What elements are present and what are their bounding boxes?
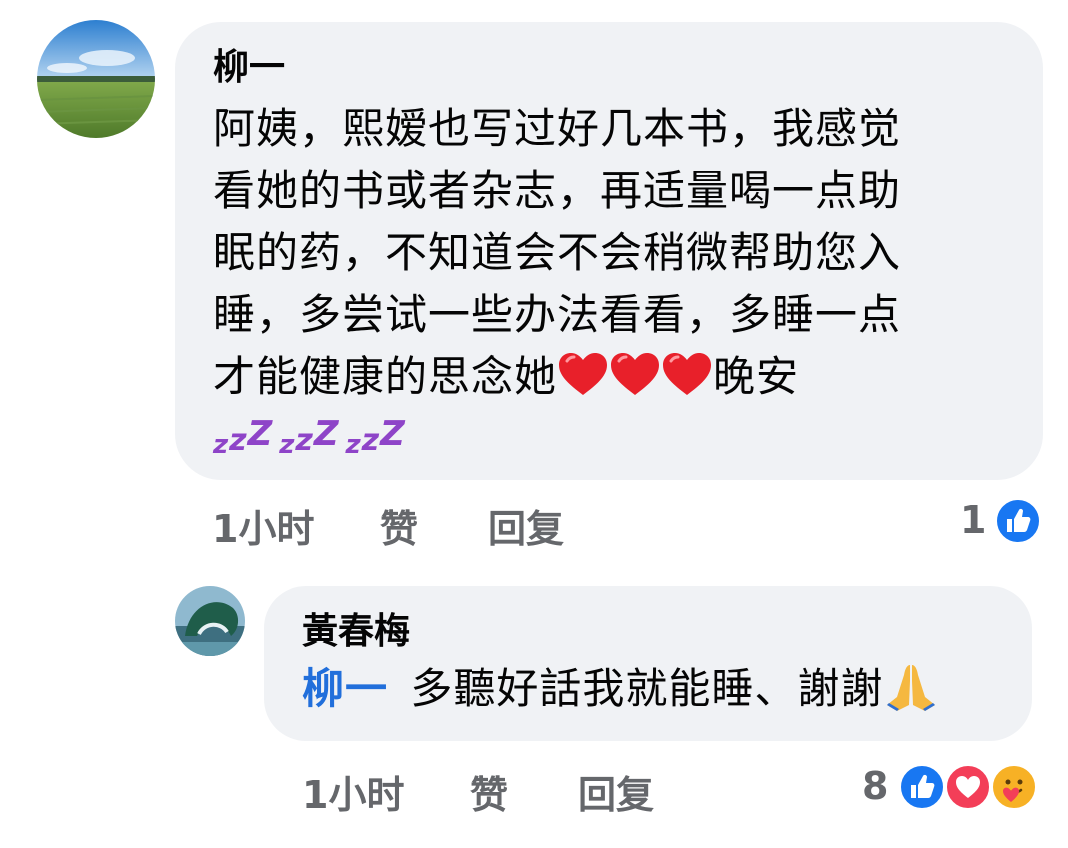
comment-author[interactable]: 柳一: [213, 44, 1005, 92]
zzz-emoji: zzZ: [279, 414, 340, 460]
comment-text-line: 眠的药，不知道会不会稍微帮助您入: [213, 228, 902, 277]
comment-text-segment: 才能健康的思念她: [213, 352, 558, 401]
reaction-count[interactable]: 1: [960, 498, 986, 542]
heart-emoji: [663, 353, 712, 395]
like-reaction-icon[interactable]: [898, 763, 946, 811]
comment-bubble: 柳一 阿姨，熙嫒也写过好几本书，我感觉 看她的书或者杂志，再适量喝一点助 眠的药…: [175, 22, 1043, 480]
comment-text: 阿姨，熙嫒也写过好几本书，我感觉 看她的书或者杂志，再适量喝一点助 眠的药，不知…: [213, 98, 1005, 465]
avatar-landscape-image: [37, 20, 155, 138]
zzz-emoji: zzZ: [213, 414, 274, 460]
comment-timestamp[interactable]: 1小时: [302, 764, 404, 819]
comment-text-line: 睡，多尝试一些办法看看，多睡一点: [213, 290, 902, 339]
comment-text-segment: 多聽好話我就能睡、謝謝: [410, 664, 884, 713]
comment-text-line: 看她的书或者杂志，再适量喝一点助: [213, 166, 902, 215]
avatar[interactable]: [175, 586, 245, 656]
zzz-emoji-row: zzZ zzZ zzZ: [213, 414, 1005, 465]
heart-emoji: [611, 353, 660, 395]
comment-text-segment: 晚安: [713, 352, 800, 401]
reply-button[interactable]: 回复: [578, 764, 654, 819]
zzz-emoji: zzZ: [345, 414, 406, 460]
comment-text: 柳一 多聽好話我就能睡、謝謝: [302, 658, 994, 720]
comment-timestamp[interactable]: 1小时: [212, 498, 314, 553]
heart-emoji: [559, 353, 608, 395]
comment-thread: 柳一 阿姨，熙嫒也写过好几本书，我感觉 看她的书或者杂志，再适量喝一点助 眠的药…: [0, 0, 1068, 848]
avatar[interactable]: [37, 20, 155, 138]
comment-author[interactable]: 黃春梅: [302, 608, 994, 656]
care-reaction-icon[interactable]: [990, 763, 1038, 811]
comment-actions: 1小时 赞 回复: [0, 498, 1068, 551]
reply-button[interactable]: 回复: [488, 498, 564, 553]
reply-bubble: 黃春梅 柳一 多聽好話我就能睡、謝謝: [264, 586, 1032, 741]
pray-emoji: [887, 665, 936, 711]
like-button[interactable]: 赞: [380, 498, 418, 553]
avatar-wave-image: [175, 586, 245, 656]
mention-link[interactable]: 柳一: [302, 664, 388, 713]
reaction-count[interactable]: 8: [862, 764, 888, 808]
comment-text-line: 阿姨，熙嫒也写过好几本书，我感觉: [213, 104, 902, 153]
love-reaction-icon[interactable]: [944, 763, 992, 811]
comment-text-line: 才能健康的思念她 晚安: [213, 346, 1005, 408]
like-reaction-icon[interactable]: [994, 497, 1042, 545]
like-button[interactable]: 赞: [470, 764, 508, 819]
